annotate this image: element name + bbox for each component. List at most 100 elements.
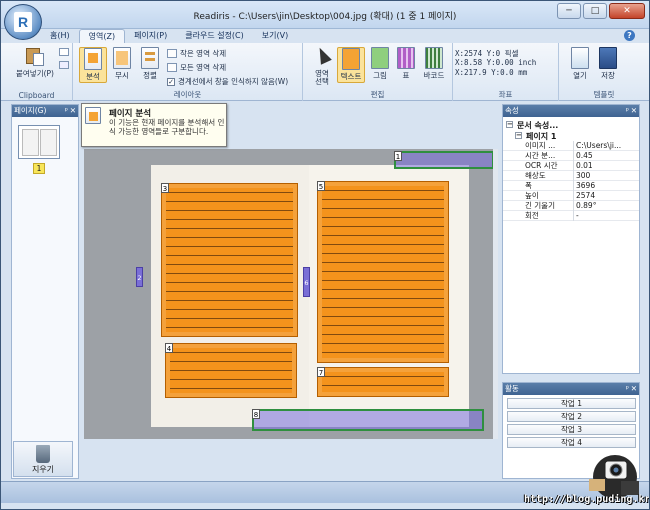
prop-key: 시간 분... — [525, 151, 556, 160]
prop-value: C:\Users\ji... — [573, 141, 637, 151]
analyze-button[interactable]: 분석 — [79, 47, 107, 83]
border-checkbox-row[interactable]: ✓ 경계선에서 창을 인식하지 않음(W) — [167, 76, 288, 87]
delete-all-icon — [167, 63, 177, 72]
paste-label: 붙여넣기(P) — [16, 69, 54, 78]
select-region-label: 영역 선택 — [315, 69, 329, 86]
image-region-button[interactable]: 그림 — [367, 47, 393, 81]
border-checkbox[interactable]: ✓ — [167, 77, 175, 86]
window-title: Readiris - C:\Users\jin\Desktop\004.jpg … — [193, 12, 457, 22]
prop-key: 회전 — [525, 211, 539, 220]
ignore-icon — [113, 47, 131, 69]
tab-zone[interactable]: 영역(Z) — [78, 29, 126, 43]
close-button[interactable]: ✕ — [609, 3, 645, 19]
region-8[interactable] — [252, 409, 484, 431]
table-region-label: 표 — [402, 71, 410, 80]
watermark: http://blog.puding.kr — [524, 494, 650, 505]
prop-key: 긴 기울기 — [525, 201, 555, 210]
prop-row-width: 폭 3696 — [503, 181, 639, 191]
template-open-button[interactable]: 열기 — [567, 47, 593, 81]
table-region-icon — [397, 47, 415, 69]
job-item[interactable]: 작업 1 — [507, 398, 636, 409]
analyze-tooltip: 페이지 분석 이 기능은 현재 페이지를 분석해서 인식 가능한 영역들로 구분… — [81, 103, 227, 147]
text-region-7[interactable] — [317, 367, 449, 397]
analyze-label: 분석 — [86, 72, 100, 81]
trash-icon — [36, 445, 50, 463]
prop-row-skew: 긴 기울기 0.89° — [503, 201, 639, 211]
prop-value: 0.01 — [573, 161, 637, 171]
tab-cloud-settings[interactable]: 클라우드 설정(C) — [176, 29, 253, 43]
region-6[interactable]: 6 — [303, 267, 310, 297]
table-region-button[interactable]: 표 — [393, 47, 419, 81]
coords-inch: X:8.58 Y:0.00 inch — [455, 58, 537, 67]
paste-button[interactable]: 붙여넣기(P) — [15, 46, 55, 79]
readiris-logo-icon: R — [14, 12, 32, 32]
region-label-1: 1 — [394, 151, 402, 161]
align-button[interactable]: 정렬 — [137, 47, 163, 81]
tab-home[interactable]: 홈(H) — [41, 29, 79, 43]
group-template: 열기 저장 템플릿 — [559, 43, 649, 101]
cut-icon[interactable] — [59, 48, 69, 56]
collapse-icon[interactable]: − — [506, 121, 513, 128]
mascot-photographer-icon — [589, 455, 639, 499]
close-panel-icon[interactable]: ✕ — [70, 105, 76, 117]
pages-panel-header: 페이지(G) ᵖ ✕ — [12, 105, 78, 117]
ribbon-tabs: 홈(H) 영역(Z) 페이지(P) 클라우드 설정(C) 보기(V) — [41, 29, 297, 43]
text-region-5[interactable] — [317, 181, 449, 363]
pin-icon[interactable]: ᵖ — [65, 105, 68, 117]
tab-page[interactable]: 페이지(P) — [125, 29, 176, 43]
copy-icon[interactable] — [59, 61, 69, 69]
job-item[interactable]: 작업 2 — [507, 411, 636, 422]
close-panel-icon[interactable]: ✕ — [631, 105, 637, 117]
delete-small-label: 작은 영역 삭제 — [180, 49, 227, 58]
group-coords: X:2574 Y:0 픽셀 X:8.58 Y:0.00 inch X:217.9… — [453, 43, 559, 101]
pin-icon[interactable]: ᵖ — [626, 105, 629, 117]
region-label-3: 3 — [161, 183, 169, 193]
document-view[interactable]: 3 4 5 7 2 6 1 8 — [84, 149, 498, 439]
prop-row-image: 이미지 ... C:\Users\ji... — [503, 141, 639, 151]
barcode-region-icon — [425, 47, 443, 69]
text-region-3[interactable] — [161, 183, 298, 337]
collapse-icon[interactable]: − — [515, 132, 522, 139]
ignore-button[interactable]: 무시 — [109, 47, 135, 81]
barcode-region-button[interactable]: 바코드 — [419, 47, 449, 81]
properties-panel-header: 속성 ᵖ ✕ — [503, 105, 639, 117]
prop-value: - — [573, 211, 637, 221]
template-save-button[interactable]: 저장 — [595, 47, 621, 81]
delete-button[interactable]: 지우기 — [13, 441, 73, 477]
prop-key: 해상도 — [525, 171, 546, 180]
scanned-book: 3 4 5 7 2 6 1 8 — [136, 151, 494, 435]
maximize-button[interactable]: □ — [583, 3, 607, 19]
pin-icon[interactable]: ᵖ — [626, 383, 629, 395]
region-1[interactable] — [394, 151, 494, 169]
text-region-button[interactable]: 텍스트 — [337, 47, 365, 83]
minimize-button[interactable]: ─ — [557, 3, 581, 19]
thumb-right-page — [40, 129, 57, 156]
app-menu-button[interactable]: R — [4, 4, 42, 40]
region-2[interactable]: 2 — [136, 267, 143, 287]
help-icon[interactable]: ? — [624, 30, 635, 41]
pages-panel-title: 페이지(G) — [14, 106, 47, 115]
text-region-4[interactable] — [165, 343, 297, 398]
job-item[interactable]: 작업 3 — [507, 424, 636, 435]
image-region-icon — [371, 47, 389, 69]
paste-icon — [24, 46, 46, 66]
region-label-5: 5 — [317, 181, 325, 191]
region-label-7: 7 — [317, 367, 325, 377]
region-label-4: 4 — [165, 343, 173, 353]
delete-label: 지우기 — [31, 465, 55, 474]
delete-all-regions-button[interactable]: 모든 영역 삭제 — [167, 62, 226, 73]
prop-key: 높이 — [525, 191, 539, 200]
delete-small-regions-button[interactable]: 작은 영역 삭제 — [167, 48, 226, 59]
region-label-8: 8 — [252, 409, 260, 419]
tooltip-body: 이 기능은 현재 페이지를 분석해서 인식 가능한 영역들로 구분합니다. — [109, 118, 225, 136]
close-panel-icon[interactable]: ✕ — [631, 383, 637, 395]
pages-panel: 페이지(G) ᵖ ✕ 1 — [11, 104, 79, 479]
page-thumbnail[interactable] — [18, 125, 60, 159]
save-disk-icon — [599, 47, 617, 69]
prop-row-ocr-time: OCR 시간 0.01 — [503, 161, 639, 171]
tab-view[interactable]: 보기(V) — [253, 29, 297, 43]
clipboard-group-label: Clipboard — [18, 91, 55, 100]
vertical-scrollbar[interactable] — [493, 149, 498, 439]
template-save-label: 저장 — [601, 71, 615, 80]
select-region-button[interactable]: 영역 선택 — [309, 45, 335, 86]
